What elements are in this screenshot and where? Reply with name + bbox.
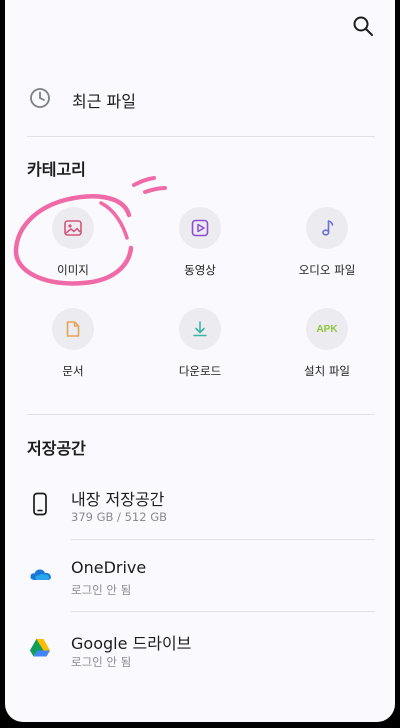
- sign-in-status: 로그인 안 됨: [71, 583, 132, 597]
- apk-badge: APK: [316, 323, 338, 335]
- category-install-files[interactable]: APK 설치 파일: [267, 308, 387, 388]
- categories-title: 카테고리: [27, 160, 86, 179]
- my-files-screen: 최근 파일 카테고리 이미지 동영상 오디오 파일 문서 다운로드 APK 설치…: [5, 0, 395, 722]
- category-documents[interactable]: 문서: [13, 308, 133, 388]
- category-label: 이미지: [57, 263, 89, 277]
- internal-storage-row[interactable]: 내장 저장공간 379 GB / 512 GB: [5, 474, 395, 534]
- category-label: 문서: [62, 364, 84, 378]
- category-label: 설치 파일: [304, 364, 350, 378]
- google-drive-row[interactable]: Google 드라이브 로그인 안 됨: [5, 618, 395, 678]
- search-button[interactable]: [351, 14, 375, 38]
- onedrive-row[interactable]: OneDrive 로그인 안 됨: [5, 546, 395, 606]
- storage-usage-text: 379 GB / 512 GB: [71, 510, 167, 524]
- category-label: 다운로드: [178, 364, 222, 378]
- category-videos[interactable]: 동영상: [140, 207, 260, 287]
- google-drive-icon: [29, 638, 51, 662]
- category-label: 동영상: [184, 263, 216, 277]
- category-audio[interactable]: 오디오 파일: [267, 207, 387, 287]
- divider: [27, 136, 375, 137]
- music-note-icon: [306, 207, 348, 249]
- storage-title-text: 내장 저장공간: [71, 490, 165, 509]
- apk-icon: APK: [306, 308, 348, 350]
- category-images[interactable]: 이미지: [13, 207, 133, 287]
- divider: [71, 611, 375, 612]
- video-icon: [179, 207, 221, 249]
- sign-in-status: 로그인 안 됨: [71, 655, 132, 669]
- storage-title-text: Google 드라이브: [71, 634, 192, 653]
- recent-files-label: 최근 파일: [72, 92, 136, 111]
- document-icon: [52, 308, 94, 350]
- search-icon: [353, 16, 373, 36]
- divider: [71, 539, 375, 540]
- recent-files-row[interactable]: 최근 파일: [5, 78, 395, 120]
- category-label: 오디오 파일: [298, 263, 356, 277]
- image-icon: [52, 207, 94, 249]
- storage-title: 저장공간: [27, 439, 86, 458]
- download-icon: [179, 308, 221, 350]
- storage-title-text: OneDrive: [71, 558, 147, 577]
- onedrive-cloud-icon: [29, 566, 53, 586]
- divider: [27, 414, 375, 415]
- clock-icon: [29, 87, 51, 113]
- category-downloads[interactable]: 다운로드: [140, 308, 260, 388]
- phone-icon: [29, 492, 51, 520]
